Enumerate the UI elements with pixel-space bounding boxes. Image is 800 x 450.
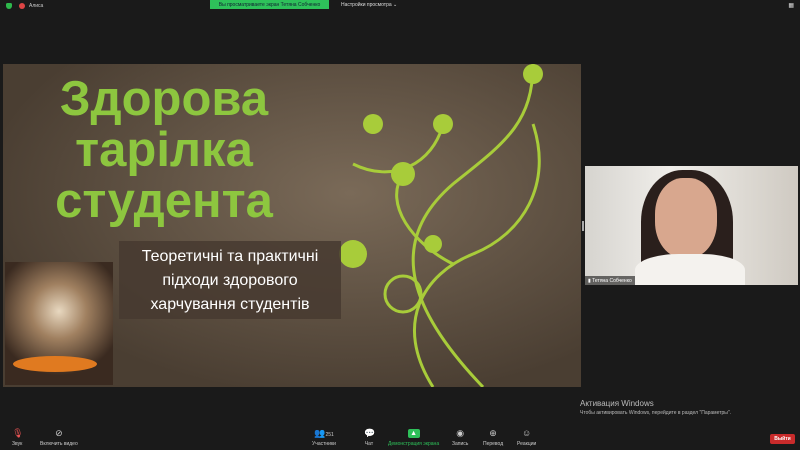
plate-image — [13, 356, 97, 372]
watermark-title: Активация Windows — [580, 399, 654, 408]
emoji-icon: ☺ — [522, 428, 532, 438]
splitter-handle[interactable] — [582, 221, 584, 231]
view-options-button[interactable]: Настройки просмотра ⌄ — [341, 2, 397, 8]
chat-label: Чат — [364, 441, 374, 447]
viewing-banner: Вы просматриваете экран Тетяна Собченко — [210, 0, 329, 9]
top-bar: Алиса Вы просматриваете экран Тетяна Соб… — [0, 0, 800, 12]
chat-button[interactable]: 💬 Чат — [364, 428, 376, 448]
shared-slide: Здорова тарілка студента Теоретичні та п… — [3, 64, 581, 387]
shield-icon[interactable] — [6, 3, 12, 9]
subtitle-line: харчування студентів — [150, 296, 310, 313]
participant-face — [655, 178, 717, 258]
audio-button[interactable]: 🎙 Звук — [12, 428, 24, 448]
video-label: Включить видео — [40, 441, 78, 447]
video-off-icon: ⊘ — [55, 428, 63, 438]
video-button[interactable]: ⊘ Включить видео — [40, 428, 78, 448]
subtitle-line: підходи здорового — [162, 272, 298, 289]
gallery-view-icon[interactable]: ▦ — [788, 2, 794, 9]
participants-icon: 👥251 — [314, 428, 334, 439]
reactions-button[interactable]: ☺ Реакции — [517, 428, 537, 448]
translate-label: Перевод — [483, 441, 504, 447]
participants-label: Участники — [312, 441, 336, 447]
record-label: Запись — [452, 441, 469, 447]
participant-video[interactable]: ▮ Тетяна Собченко — [585, 166, 798, 285]
participant-name: ▮ Тетяна Собченко — [585, 276, 635, 285]
reactions-label: Реакции — [517, 441, 537, 447]
leave-button[interactable]: Выйти — [770, 434, 795, 444]
share-label: Демонстрация экрана — [388, 441, 440, 447]
recording-icon — [19, 3, 25, 9]
slide-title: Здорова тарілка студента — [39, 74, 289, 227]
watermark-text: Чтобы активировать Windows, перейдите в … — [580, 410, 732, 416]
translate-button[interactable]: ⊕ Перевод — [483, 428, 504, 448]
microphone-icon: 🎙 — [12, 428, 24, 438]
title-line: студента — [55, 174, 273, 228]
share-screen-button[interactable]: ▲ Демонстрация экрана — [388, 429, 439, 447]
record-button[interactable]: ◉ Запись — [452, 428, 469, 448]
share-screen-icon: ▲ — [407, 429, 420, 438]
slide-subtitle: Теоретичні та практичні підходи здоровог… — [119, 241, 341, 319]
audio-label: Звук — [12, 441, 23, 447]
record-icon: ◉ — [456, 428, 465, 438]
participants-count: 251 — [325, 432, 334, 438]
chat-icon: 💬 — [364, 428, 376, 438]
subtitle-line: Теоретичні та практичні — [141, 248, 319, 265]
participants-button[interactable]: 👥251 Участники — [312, 428, 336, 448]
participant-body — [635, 254, 745, 285]
app-label: Алиса — [29, 3, 44, 9]
title-line: тарілка — [75, 123, 253, 177]
participant-name-text: Тетяна Собченко — [592, 278, 632, 284]
meeting-toolbar: 🎙 Звук ⊘ Включить видео 👥251 Участники 💬 Чат… — [0, 425, 800, 450]
title-line: Здорова — [59, 72, 269, 126]
globe-icon: ⊕ — [489, 428, 497, 438]
windows-activation-watermark: Активация Windows Чтобы активировать Win… — [580, 399, 731, 416]
